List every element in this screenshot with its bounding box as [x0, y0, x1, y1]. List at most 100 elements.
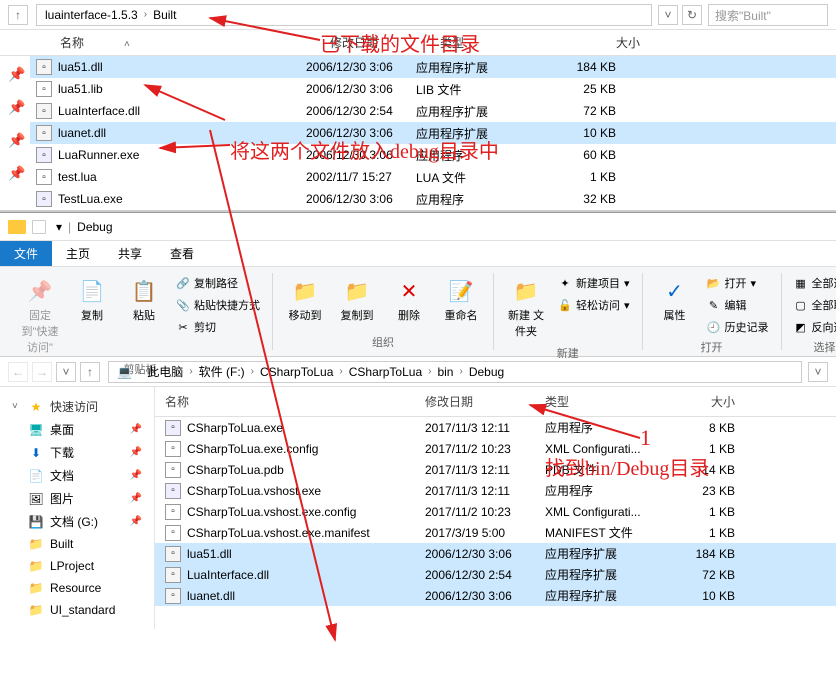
search-input-top[interactable]: 搜索"Built" [708, 4, 828, 26]
select-none-button[interactable]: ▢全部取消 [790, 295, 836, 315]
file-icon: ▫ [165, 483, 181, 499]
col-date-header[interactable]: 修改日期 [425, 393, 545, 410]
open-button[interactable]: 📂打开 ▾ [703, 273, 773, 293]
sidebar-lproject[interactable]: 📁LProject [4, 555, 150, 577]
nav-back-button[interactable]: ← [8, 362, 28, 382]
refresh-button[interactable]: ↻ [682, 5, 702, 25]
select-none-icon: ▢ [794, 298, 808, 312]
file-row[interactable]: ▫ lua51.dll 2006/12/30 3:06 应用程序扩展 184 K… [30, 56, 836, 78]
file-type: 应用程序 [545, 419, 675, 436]
sidebar-pictures[interactable]: 🖼图片📌 [4, 487, 150, 510]
invert-selection-button[interactable]: ◩反向选择 [790, 317, 836, 337]
cut-button[interactable]: ✂剪切 [172, 317, 264, 337]
easy-access-button[interactable]: 🔓轻松访问 ▾ [554, 295, 634, 315]
group-label: 组织 [372, 334, 394, 350]
file-type: LUA 文件 [416, 169, 546, 186]
file-row[interactable]: ▫ CSharpToLua.vshost.exe.config 2017/11/… [155, 501, 836, 522]
dropdown-button[interactable]: ˅ [808, 362, 828, 382]
tab-file[interactable]: 文件 [0, 241, 52, 266]
crumb[interactable]: 此电脑 [147, 363, 183, 380]
crumb[interactable]: 软件 (F:) [199, 363, 245, 380]
new-item-button[interactable]: ✦新建项目 ▾ [554, 273, 634, 293]
rename-button[interactable]: 📝重命名 [437, 273, 485, 327]
move-to-button[interactable]: 📁移动到 [281, 273, 329, 327]
file-row[interactable]: ▫ LuaRunner.exe 2006/12/30 3:06 应用程序 60 … [30, 144, 836, 166]
breadcrumb-bar-top: ↑ luainterface-1.5.3 › Built ˅ ↻ 搜索"Buil… [0, 0, 836, 30]
file-icon: ▫ [165, 546, 181, 562]
file-row[interactable]: ▫ LuaInterface.dll 2006/12/30 2:54 应用程序扩… [155, 564, 836, 585]
file-row[interactable]: ▫ luanet.dll 2006/12/30 3:06 应用程序扩展 10 K… [155, 585, 836, 606]
sidebar-built[interactable]: 📁Built [4, 533, 150, 555]
sidebar-docs-g[interactable]: 💾文档 (G:)📌 [4, 510, 150, 533]
col-size-header[interactable]: 大小 [570, 34, 640, 51]
properties-button[interactable]: ✓属性 [651, 273, 699, 327]
copy-path-button[interactable]: 🔗复制路径 [172, 273, 264, 293]
file-date: 2017/11/3 12:11 [425, 484, 545, 498]
file-name: CSharpToLua.exe [187, 421, 425, 435]
crumb-sep-icon: › [144, 9, 147, 20]
breadcrumb-bottom[interactable]: 💻 › 此电脑› 软件 (F:)› CSharpToLua› CSharpToL… [108, 361, 802, 383]
file-row[interactable]: ▫ CSharpToLua.exe 2017/11/3 12:11 应用程序 8… [155, 417, 836, 438]
file-type: MANIFEST 文件 [545, 524, 675, 541]
copy-button[interactable]: 📄 复制 [68, 273, 116, 327]
crumb[interactable]: Debug [469, 365, 504, 379]
crumb[interactable]: bin [437, 365, 453, 379]
file-type: XML Configurati... [545, 505, 675, 519]
tab-share[interactable]: 共享 [104, 241, 156, 266]
file-row[interactable]: ▫ CSharpToLua.exe.config 2017/11/2 10:23… [155, 438, 836, 459]
paste-button[interactable]: 📋 粘贴 [120, 273, 168, 327]
nav-up-button[interactable]: ↑ [8, 5, 28, 25]
col-type-header[interactable]: 类型 [545, 393, 675, 410]
file-row[interactable]: ▫ CSharpToLua.vshost.exe.manifest 2017/3… [155, 522, 836, 543]
quick-down-icon[interactable]: ▾ [56, 220, 62, 234]
group-label: 新建 [557, 345, 579, 361]
breadcrumb-top[interactable]: luainterface-1.5.3 › Built [36, 4, 652, 26]
file-row[interactable]: ▫ lua51.dll 2006/12/30 3:06 应用程序扩展 184 K… [155, 543, 836, 564]
sidebar-desktop[interactable]: 🖥桌面📌 [4, 418, 150, 441]
file-row[interactable]: ▫ TestLua.exe 2006/12/30 3:06 应用程序 32 KB [30, 188, 836, 210]
crumb[interactable]: CSharpToLua [260, 365, 333, 379]
tab-view[interactable]: 查看 [156, 241, 208, 266]
crumb-0[interactable]: luainterface-1.5.3 [45, 8, 138, 22]
pin-icon[interactable]: 📌 [8, 99, 38, 116]
select-all-button[interactable]: ▦全部选择 [790, 273, 836, 293]
edit-button[interactable]: ✎编辑 [703, 295, 773, 315]
expand-icon[interactable]: ˅ [12, 401, 22, 412]
crumb[interactable]: CSharpToLua [349, 365, 422, 379]
pin-icon: 📌 [130, 424, 142, 435]
crumb-1[interactable]: Built [153, 8, 176, 22]
new-folder-button[interactable]: 📁新建 文件夹 [502, 273, 550, 343]
file-row[interactable]: ▫ lua51.lib 2006/12/30 3:06 LIB 文件 25 KB [30, 78, 836, 100]
paste-shortcut-button[interactable]: 📎粘贴快捷方式 [172, 295, 264, 315]
pin-icon[interactable]: 📌 [8, 165, 38, 182]
nav-forward-button[interactable]: → [32, 362, 52, 382]
pin-icon[interactable]: 📌 [8, 132, 38, 149]
pin-quick-access-button[interactable]: 📌 固定到"快速访问" [16, 273, 64, 359]
sidebar-documents[interactable]: 📄文档📌 [4, 464, 150, 487]
file-row[interactable]: ▫ luanet.dll 2006/12/30 3:06 应用程序扩展 10 K… [30, 122, 836, 144]
dropdown-button[interactable]: ˅ [658, 5, 678, 25]
sidebar-downloads[interactable]: ⬇下载📌 [4, 441, 150, 464]
sidebar-ui-standard[interactable]: 📁UI_standard [4, 599, 150, 621]
col-type-header[interactable]: 类型 [440, 34, 570, 51]
file-row[interactable]: ▫ CSharpToLua.pdb 2017/11/3 12:11 PDB 文件… [155, 459, 836, 480]
nav-down-button[interactable]: ˅ [56, 362, 76, 382]
tab-home[interactable]: 主页 [52, 241, 104, 266]
copy-to-button[interactable]: 📁复制到 [333, 273, 381, 327]
col-name-header[interactable]: 名称˄ [60, 34, 330, 51]
delete-button[interactable]: ✕删除 [385, 273, 433, 327]
file-size: 184 KB [675, 547, 735, 561]
file-row[interactable]: ▫ test.lua 2002/11/7 15:27 LUA 文件 1 KB [30, 166, 836, 188]
pin-icon[interactable]: 📌 [8, 66, 38, 83]
col-name-header[interactable]: 名称 [165, 393, 425, 410]
col-size-header[interactable]: 大小 [675, 393, 735, 410]
sidebar-resource[interactable]: 📁Resource [4, 577, 150, 599]
select-all-icon: ▦ [794, 276, 808, 290]
nav-up-button[interactable]: ↑ [80, 362, 100, 382]
sidebar-quick-access[interactable]: ˅ ★ 快速访问 [4, 395, 150, 418]
file-row[interactable]: ▫ CSharpToLua.vshost.exe 2017/11/3 12:11… [155, 480, 836, 501]
history-button[interactable]: 🕘历史记录 [703, 317, 773, 337]
file-icon: ▫ [36, 125, 52, 141]
file-row[interactable]: ▫ LuaInterface.dll 2006/12/30 2:54 应用程序扩… [30, 100, 836, 122]
col-date-header[interactable]: 修改日期 [330, 34, 440, 51]
